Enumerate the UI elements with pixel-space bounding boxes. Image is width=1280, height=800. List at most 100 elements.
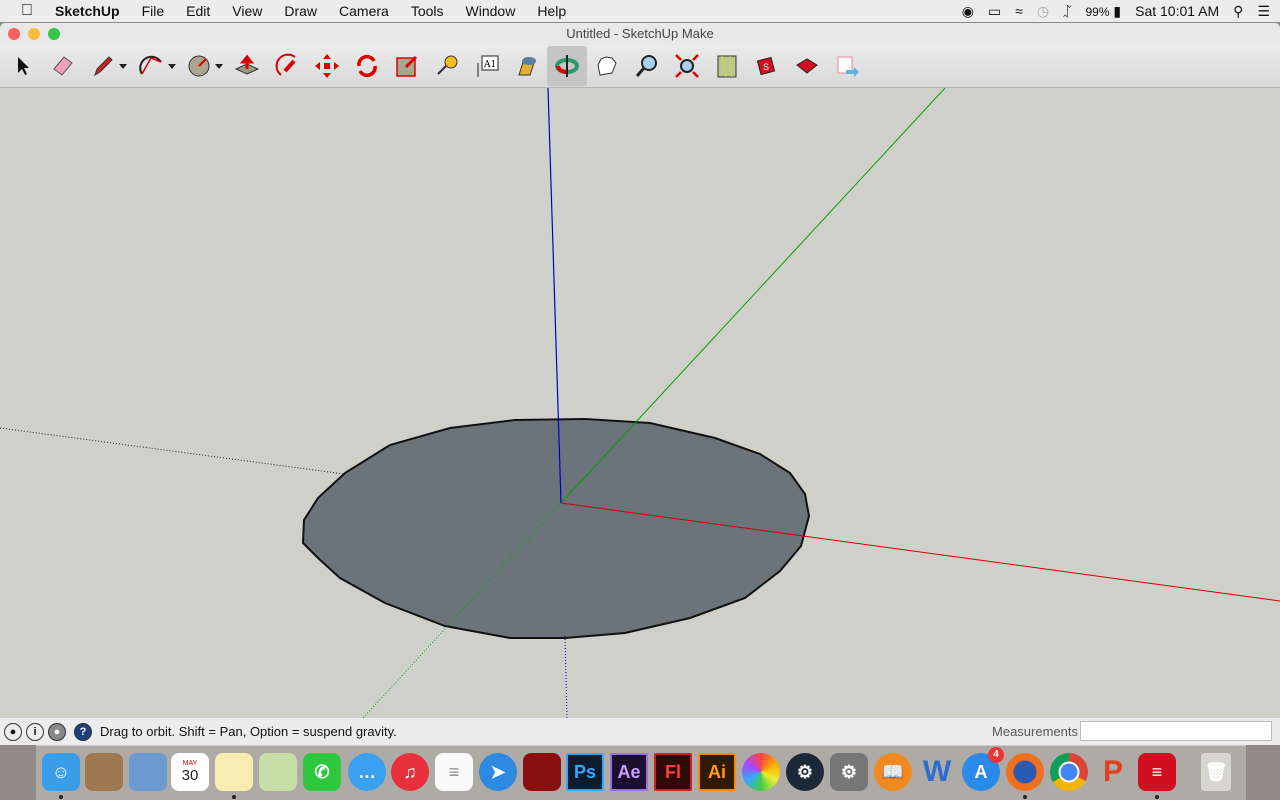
menu-draw[interactable]: Draw (273, 3, 328, 19)
sketchup-window: Untitled - SketchUp Make A1 S ● i ● ? Dr… (0, 23, 1280, 745)
dock-reminders[interactable]: ≡ (435, 753, 473, 791)
dock-preview[interactable] (129, 753, 167, 791)
tape-measure-icon (437, 55, 458, 75)
running-indicator (232, 795, 236, 799)
pan-tool[interactable] (587, 46, 627, 86)
credits-icon[interactable]: i (26, 722, 44, 741)
zoom-extents-icon (675, 54, 699, 78)
dock-illustrator[interactable]: Ai (698, 753, 736, 791)
circle-dropdown[interactable] (215, 64, 223, 69)
dock-ibooks[interactable]: 📖 (874, 753, 912, 791)
arc-dropdown[interactable] (168, 64, 176, 69)
dock-steam[interactable]: ⚙ (786, 753, 824, 791)
help-icon[interactable]: ? (74, 722, 92, 741)
axis-blue-negative (564, 635, 568, 719)
arc-tool[interactable] (132, 46, 172, 86)
tape-measure-tool[interactable] (427, 46, 467, 86)
toolbar: A1 S (0, 45, 1280, 88)
pencil-tool[interactable] (83, 46, 123, 86)
orbit-tool[interactable] (547, 46, 587, 86)
dock-trash[interactable]: 🗑 (1201, 753, 1231, 791)
menu-app[interactable]: SketchUp (44, 3, 131, 19)
apple-icon[interactable]:  (10, 2, 44, 20)
arc-icon (139, 55, 162, 75)
send-to-layout-tool[interactable] (827, 46, 867, 86)
push-pull-tool[interactable] (227, 46, 267, 86)
map-icon (717, 55, 737, 78)
dock-facetime[interactable]: ✆ (303, 753, 341, 791)
dock-photoshop[interactable]: Ps (566, 753, 604, 791)
circle-tool[interactable] (180, 46, 220, 86)
dock-maps[interactable] (259, 753, 297, 791)
extension-warehouse-tool[interactable] (787, 46, 827, 86)
pencil-dropdown[interactable] (119, 64, 127, 69)
dock-photos[interactable] (742, 753, 780, 791)
dock-contacts[interactable] (85, 753, 123, 791)
follow-me-tool[interactable] (268, 46, 308, 86)
model-canvas[interactable] (0, 87, 1280, 719)
dock-photo-booth[interactable] (523, 753, 561, 791)
dock-finder[interactable]: ☺ (42, 753, 80, 791)
dock-app-store[interactable]: A4 (962, 747, 1004, 791)
creative-cloud-icon[interactable]: ◉ (962, 3, 974, 20)
text-tool[interactable]: A1 (467, 46, 507, 86)
select-tool[interactable] (3, 46, 43, 86)
add-location-tool[interactable] (707, 46, 747, 86)
user-icon[interactable]: ● (48, 722, 66, 741)
wifi-icon[interactable]: ≈ (1015, 3, 1023, 19)
geolocation-icon[interactable]: ● (4, 722, 22, 741)
dock-firefox[interactable] (1006, 753, 1044, 791)
dock-calendar[interactable]: MAY 30 (171, 753, 209, 791)
dock-safari[interactable]: ➤ (479, 753, 517, 791)
dock-word[interactable]: W (918, 753, 956, 791)
menu-view[interactable]: View (221, 3, 273, 19)
running-indicator (1155, 795, 1159, 799)
dock-powerpoint[interactable]: P (1094, 753, 1132, 791)
zoom-tool[interactable] (627, 46, 667, 86)
paint-bucket-icon (518, 57, 536, 76)
drawing-viewport[interactable] (0, 87, 1280, 719)
time-machine-icon[interactable]: ◷ (1037, 3, 1049, 20)
dock-system-preferences[interactable]: ⚙ (830, 753, 868, 791)
menu-edit[interactable]: Edit (175, 3, 221, 19)
dock-itunes[interactable]: ♫ (391, 753, 429, 791)
zoom-button[interactable] (48, 28, 60, 40)
arrow-icon (18, 57, 29, 75)
dock-messages[interactable]: … (348, 753, 386, 791)
menu-window[interactable]: Window (455, 3, 527, 19)
rotate-tool[interactable] (347, 46, 387, 86)
dock-notes[interactable] (215, 753, 253, 791)
menu-help[interactable]: Help (526, 3, 577, 19)
minimize-button[interactable] (28, 28, 40, 40)
close-button[interactable] (8, 28, 20, 40)
bluetooth-icon[interactable]: ᛢ (1063, 3, 1071, 19)
dock-after-effects[interactable]: Ae (610, 753, 648, 791)
paint-bucket-tool[interactable] (507, 46, 547, 86)
zoom-extents-tool[interactable] (667, 46, 707, 86)
dock-sketchup[interactable]: ≡ (1138, 753, 1176, 791)
menu-tools[interactable]: Tools (400, 3, 455, 19)
pencil-icon (94, 56, 113, 77)
scale-tool[interactable] (387, 46, 427, 86)
battery-percent: 99% (1085, 4, 1110, 19)
circle-face[interactable] (301, 417, 811, 639)
dock-chrome[interactable] (1050, 753, 1088, 791)
clock[interactable]: Sat 10:01 AM (1135, 3, 1219, 19)
notification-center-icon[interactable]: ☰ (1257, 3, 1270, 20)
dock-flash[interactable]: Fl (654, 753, 692, 791)
menu-camera[interactable]: Camera (328, 3, 400, 19)
battery-icon[interactable]: ▮ (1113, 3, 1121, 19)
move-tool[interactable] (307, 46, 347, 86)
measurements-input[interactable] (1080, 721, 1272, 741)
3d-warehouse-tool[interactable]: S (747, 46, 787, 86)
title-bar: Untitled - SketchUp Make (0, 23, 1280, 45)
eraser-tool[interactable] (43, 46, 83, 86)
menu-file[interactable]: File (131, 3, 176, 19)
orbit-icon (555, 55, 579, 77)
rotate-icon (357, 54, 377, 78)
measurements-label: Measurements (992, 724, 1078, 739)
airplay-icon[interactable]: ▭ (988, 3, 1001, 20)
running-indicator (59, 795, 63, 799)
spotlight-icon[interactable]: ⚲ (1233, 3, 1243, 20)
follow-me-icon (275, 53, 296, 76)
